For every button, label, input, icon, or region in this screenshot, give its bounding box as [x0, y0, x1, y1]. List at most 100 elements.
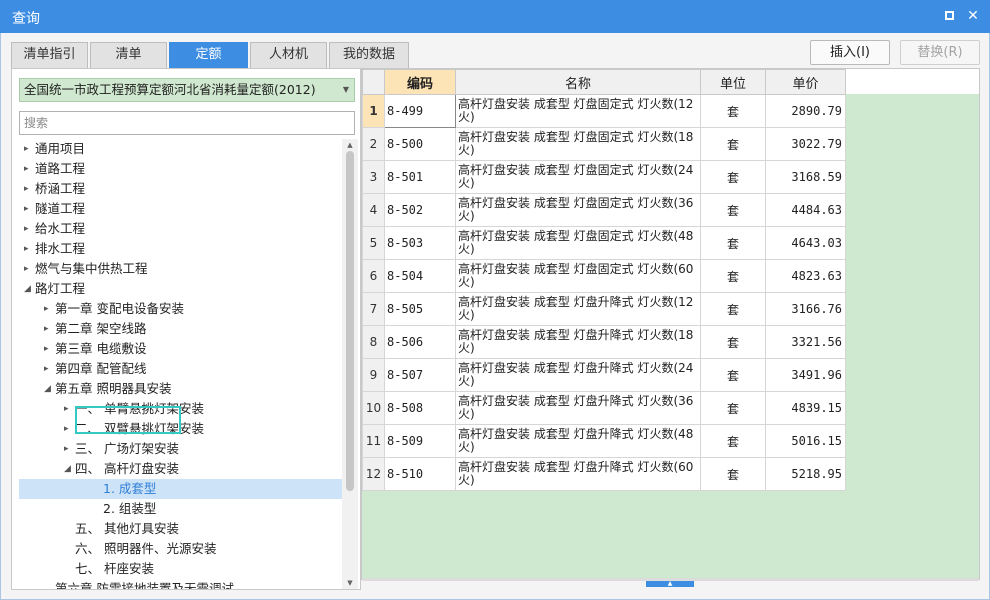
tree-item[interactable]: 六、 照明器件、光源安装 — [19, 539, 342, 559]
quota-price-cell[interactable]: 4643.03 — [765, 226, 846, 260]
tab-bill[interactable]: 清单 — [90, 42, 167, 68]
expand-arrow-icon[interactable]: ▸ — [24, 219, 34, 239]
table-row[interactable]: 10 8-508 高杆灯盘安装 成套型 灯盘升降式 灯火数(36火) 套 4839.15 — [362, 391, 846, 425]
expand-arrow-icon[interactable]: ▸ — [24, 239, 34, 259]
column-header-code[interactable]: 编码 — [384, 69, 456, 95]
expand-arrow-icon[interactable]: ▸ — [24, 179, 34, 199]
quota-name-cell[interactable]: 高杆灯盘安装 成套型 灯盘升降式 灯火数(24火) — [455, 358, 701, 392]
quota-code-cell[interactable]: 8-501 — [384, 160, 456, 194]
quota-code-cell[interactable]: 8-500 — [384, 127, 456, 161]
tree-item[interactable]: 五、 其他灯具安装 — [19, 519, 342, 539]
quota-name-cell[interactable]: 高杆灯盘安装 成套型 灯盘升降式 灯火数(36火) — [455, 391, 701, 425]
quota-price-cell[interactable]: 3168.59 — [765, 160, 846, 194]
quota-unit-cell[interactable]: 套 — [700, 127, 766, 161]
quota-name-cell[interactable]: 高杆灯盘安装 成套型 灯盘升降式 灯火数(48火) — [455, 424, 701, 458]
quota-name-cell[interactable]: 高杆灯盘安装 成套型 灯盘固定式 灯火数(36火) — [455, 193, 701, 227]
tree-item[interactable]: ▸ 桥涵工程 — [19, 179, 342, 199]
quota-code-cell[interactable]: 8-503 — [384, 226, 456, 260]
tree-item[interactable]: ◢ 路灯工程 — [19, 279, 342, 299]
table-row[interactable]: 3 8-501 高杆灯盘安装 成套型 灯盘固定式 灯火数(24火) 套 3168.59 — [362, 160, 846, 194]
table-row[interactable]: 4 8-502 高杆灯盘安装 成套型 灯盘固定式 灯火数(36火) 套 4484.63 — [362, 193, 846, 227]
quota-price-cell[interactable]: 5218.95 — [765, 457, 846, 491]
collapse-arrow-icon[interactable]: ◢ — [44, 379, 54, 399]
expand-arrow-icon[interactable]: ▸ — [24, 159, 34, 179]
quota-unit-cell[interactable]: 套 — [700, 358, 766, 392]
quota-unit-cell[interactable]: 套 — [700, 94, 766, 128]
table-row[interactable]: 2 8-500 高杆灯盘安装 成套型 灯盘固定式 灯火数(18火) 套 3022.79 — [362, 127, 846, 161]
table-row[interactable]: 11 8-509 高杆灯盘安装 成套型 灯盘升降式 灯火数(48火) 套 5016.15 — [362, 424, 846, 458]
quota-price-cell[interactable]: 3022.79 — [765, 127, 846, 161]
tree-item[interactable]: ▸ 三、 广场灯架安装 — [19, 439, 342, 459]
expand-arrow-icon[interactable]: ▸ — [24, 139, 34, 159]
quota-name-cell[interactable]: 高杆灯盘安装 成套型 灯盘升降式 灯火数(60火) — [455, 457, 701, 491]
panel-collapse-icon[interactable]: ▲ — [646, 581, 694, 587]
quota-unit-cell[interactable]: 套 — [700, 325, 766, 359]
quota-code-cell[interactable]: 8-510 — [384, 457, 456, 491]
search-input[interactable] — [19, 111, 355, 135]
quota-code-cell[interactable]: 8-505 — [384, 292, 456, 326]
scroll-down-icon[interactable]: ▼ — [342, 577, 358, 589]
tree-item[interactable]: ◢ 第五章 照明器具安装 — [19, 379, 342, 399]
quota-price-cell[interactable]: 4839.15 — [765, 391, 846, 425]
tab-bill-guide[interactable]: 清单指引 — [11, 42, 88, 68]
table-row[interactable]: 12 8-510 高杆灯盘安装 成套型 灯盘升降式 灯火数(60火) 套 5218.95 — [362, 457, 846, 491]
quota-price-cell[interactable]: 4823.63 — [765, 259, 846, 293]
tree-item[interactable]: 七、 杆座安装 — [19, 559, 342, 579]
table-row[interactable]: 7 8-505 高杆灯盘安装 成套型 灯盘升降式 灯火数(12火) 套 3166.76 — [362, 292, 846, 326]
quota-unit-cell[interactable]: 套 — [700, 259, 766, 293]
expand-arrow-icon[interactable]: ▸ — [44, 339, 54, 359]
expand-arrow-icon[interactable]: ▸ — [44, 299, 54, 319]
scrollbar-thumb[interactable] — [346, 151, 354, 491]
table-row[interactable]: 1 8-499 高杆灯盘安装 成套型 灯盘固定式 灯火数(12火) 套 2890.79 — [362, 94, 846, 128]
quota-price-cell[interactable]: 5016.15 — [765, 424, 846, 458]
quota-name-cell[interactable]: 高杆灯盘安装 成套型 灯盘升降式 灯火数(12火) — [455, 292, 701, 326]
quota-name-cell[interactable]: 高杆灯盘安装 成套型 灯盘固定式 灯火数(12火) — [455, 94, 701, 128]
tree-item[interactable]: ▸ 第四章 配管配线 — [19, 359, 342, 379]
expand-arrow-icon[interactable]: ▸ — [24, 199, 34, 219]
quota-code-cell[interactable]: 8-502 — [384, 193, 456, 227]
quota-price-cell[interactable]: 3321.56 — [765, 325, 846, 359]
quota-code-cell[interactable]: 8-509 — [384, 424, 456, 458]
quota-price-cell[interactable]: 3491.96 — [765, 358, 846, 392]
table-row[interactable]: 9 8-507 高杆灯盘安装 成套型 灯盘升降式 灯火数(24火) 套 3491.96 — [362, 358, 846, 392]
table-row[interactable]: 6 8-504 高杆灯盘安装 成套型 灯盘固定式 灯火数(60火) 套 4823.63 — [362, 259, 846, 293]
tree-item[interactable]: ▸ 第一章 变配电设备安装 — [19, 299, 342, 319]
tree-item[interactable]: ▸ 第二章 架空线路 — [19, 319, 342, 339]
collapse-arrow-icon[interactable]: ◢ — [64, 459, 74, 479]
tree-item[interactable]: 第六章 防雷接地装置及无需调试 — [19, 579, 342, 589]
quota-name-cell[interactable]: 高杆灯盘安装 成套型 灯盘固定式 灯火数(24火) — [455, 160, 701, 194]
column-header-price[interactable]: 单价 — [765, 69, 846, 95]
quota-name-cell[interactable]: 高杆灯盘安装 成套型 灯盘固定式 灯火数(48火) — [455, 226, 701, 260]
tree-item[interactable]: 2. 组装型 — [19, 499, 342, 519]
quota-name-cell[interactable]: 高杆灯盘安装 成套型 灯盘升降式 灯火数(18火) — [455, 325, 701, 359]
tab-labor-material-machine[interactable]: 人材机 — [250, 42, 327, 68]
quota-unit-cell[interactable]: 套 — [700, 457, 766, 491]
insert-button[interactable]: 插入(I) — [810, 40, 890, 65]
quota-code-cell[interactable]: 8-506 — [384, 325, 456, 359]
tree-item[interactable]: ▸ 给水工程 — [19, 219, 342, 239]
column-header-name[interactable]: 名称 — [455, 69, 701, 95]
quota-code-cell[interactable]: 8-507 — [384, 358, 456, 392]
quota-library-select[interactable]: 全国统一市政工程预算定额河北省消耗量定额(2012) ▼ — [19, 78, 355, 102]
close-icon[interactable]: ✕ — [964, 7, 982, 25]
quota-code-cell[interactable]: 8-499 — [384, 94, 456, 128]
quota-unit-cell[interactable]: 套 — [700, 226, 766, 260]
table-row[interactable]: 8 8-506 高杆灯盘安装 成套型 灯盘升降式 灯火数(18火) 套 3321.56 — [362, 325, 846, 359]
tree-item[interactable]: ▸ 第三章 电缆敷设 — [19, 339, 342, 359]
quota-name-cell[interactable]: 高杆灯盘安装 成套型 灯盘固定式 灯火数(60火) — [455, 259, 701, 293]
expand-arrow-icon[interactable]: ▸ — [64, 419, 74, 439]
quota-unit-cell[interactable]: 套 — [700, 292, 766, 326]
quota-price-cell[interactable]: 4484.63 — [765, 193, 846, 227]
quota-name-cell[interactable]: 高杆灯盘安装 成套型 灯盘固定式 灯火数(18火) — [455, 127, 701, 161]
tab-quota[interactable]: 定额 — [169, 42, 248, 68]
expand-arrow-icon[interactable]: ▸ — [64, 439, 74, 459]
tree-scrollbar[interactable]: ▲ ▼ — [342, 139, 358, 589]
quota-price-cell[interactable]: 3166.76 — [765, 292, 846, 326]
quota-unit-cell[interactable]: 套 — [700, 193, 766, 227]
expand-arrow-icon[interactable]: ▸ — [44, 359, 54, 379]
quota-code-cell[interactable]: 8-508 — [384, 391, 456, 425]
tree-item[interactable]: ◢ 四、 高杆灯盘安装 — [19, 459, 342, 479]
tree-item[interactable]: 1. 成套型 — [19, 479, 342, 499]
column-header-unit[interactable]: 单位 — [700, 69, 766, 95]
tree-item[interactable]: ▸ 通用项目 — [19, 139, 342, 159]
